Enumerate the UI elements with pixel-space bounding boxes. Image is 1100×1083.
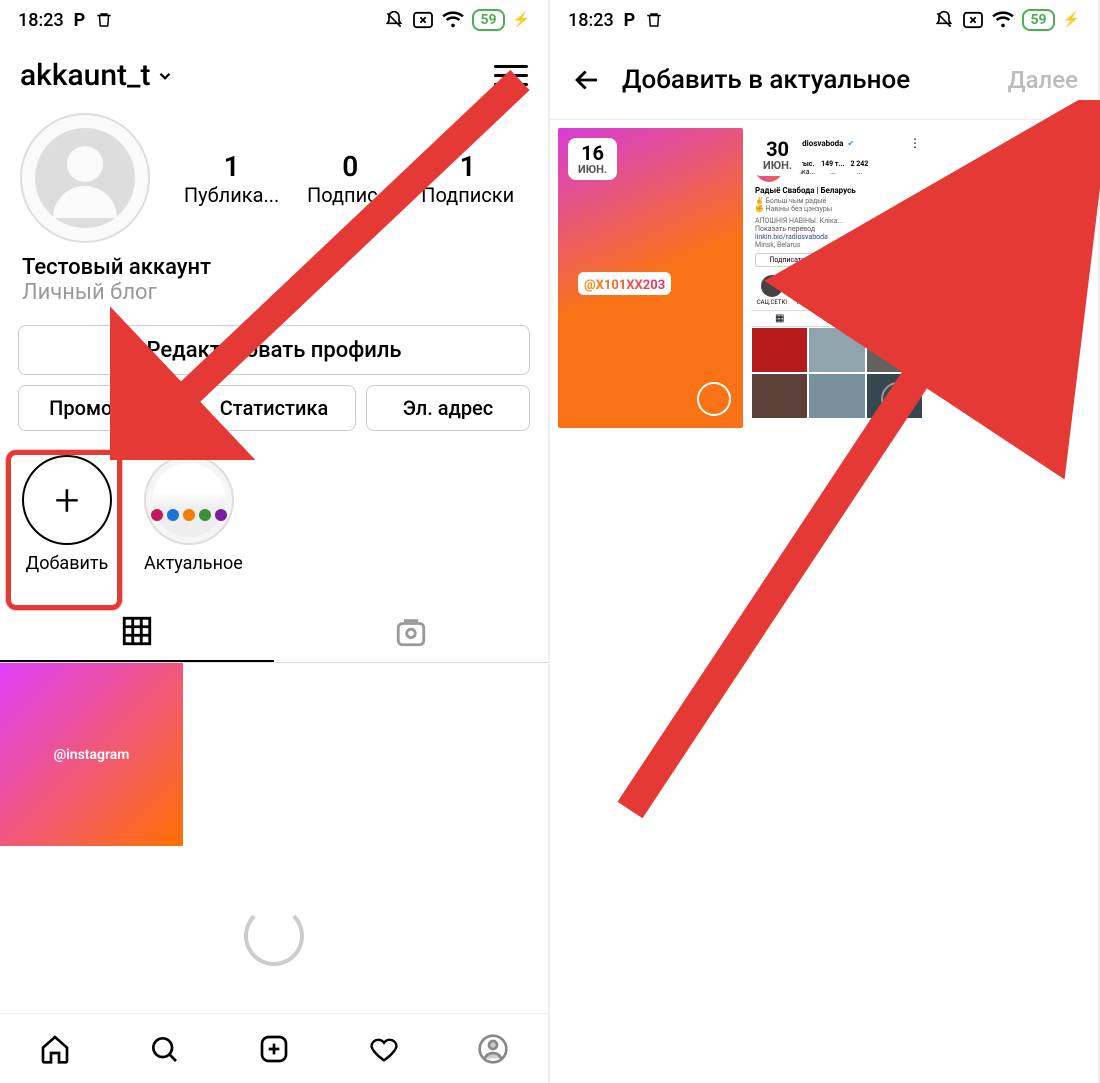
charge-icon: ⚡ — [1063, 12, 1080, 28]
nav-profile[interactable] — [474, 1030, 512, 1068]
battery-icon: 59 — [472, 9, 504, 31]
bio-name: Тестовый аккаунт — [22, 255, 526, 280]
menu-button[interactable] — [494, 65, 528, 86]
mini-tab-tag: ◩ — [866, 311, 923, 326]
more-icon: ⋮ — [909, 136, 921, 150]
status-bar: 18:23 P 59 ⚡ — [0, 0, 548, 40]
nav-activity[interactable] — [365, 1030, 403, 1068]
highlight-thumb — [144, 455, 234, 545]
mute-icon — [384, 10, 404, 30]
profile-screen: 18:23 P 59 ⚡ akkaunt_t — [0, 0, 550, 1083]
plus-icon: + — [22, 455, 112, 545]
promo-button[interactable]: Промоак... — [18, 385, 182, 431]
stat-following[interactable]: 1 Подписки — [421, 150, 514, 207]
bottom-nav — [0, 1013, 548, 1083]
profile-avatar[interactable] — [20, 113, 150, 243]
chevron-down-icon — [156, 67, 174, 85]
trash-icon — [645, 10, 663, 30]
highlight-actual[interactable]: Актуальное — [144, 455, 243, 574]
p-icon: P — [74, 10, 86, 31]
close-box-icon — [412, 11, 434, 29]
status-bar: 18:23 P 59 ⚡ — [550, 0, 1098, 40]
nav-create[interactable] — [255, 1030, 293, 1068]
nav-home[interactable] — [36, 1030, 74, 1068]
wifi-icon — [992, 11, 1014, 29]
story-date: 30 ИЮН. — [753, 134, 802, 176]
stat-followers[interactable]: 0 Подпис... — [307, 150, 393, 207]
story-date: 16 ИЮН. — [568, 138, 617, 180]
arrow-left-icon — [570, 63, 604, 97]
battery-icon: 59 — [1022, 9, 1054, 31]
feed-grid: @instagram — [0, 663, 548, 1026]
mini-tab-igtv: ▢ — [808, 311, 865, 326]
mute-icon — [934, 10, 954, 30]
mention-sticker: @X101XX203 — [578, 272, 671, 295]
add-highlight-screen: 18:23 P 59 ⚡ Добавить в актуальное Далее… — [550, 0, 1100, 1083]
story-item-1[interactable]: 16 ИЮН. @X101XX203 — [558, 128, 743, 428]
loading-spinner — [244, 906, 304, 966]
username-switcher[interactable]: akkaunt_t — [20, 58, 174, 93]
select-circle[interactable] — [881, 382, 915, 416]
mini-message-button: Написать — [830, 253, 902, 267]
post-thumb[interactable]: @instagram — [0, 663, 183, 846]
close-box-icon — [962, 11, 984, 29]
tab-tagged[interactable] — [274, 602, 548, 662]
back-button[interactable] — [570, 63, 604, 97]
screen-title: Добавить в актуальное — [622, 65, 990, 95]
charge-icon: ⚡ — [513, 12, 530, 28]
mini-name: Радыё Свабода | Беларусь — [751, 184, 923, 197]
status-time: 18:23 — [18, 10, 64, 31]
p-icon: P — [624, 10, 636, 31]
email-button[interactable]: Эл. адрес — [366, 385, 530, 431]
stat-posts[interactable]: 1 Публика... — [184, 150, 279, 207]
mini-more-button: ▾ — [905, 253, 919, 267]
edit-profile-button[interactable]: Редактировать профиль — [18, 325, 530, 375]
username: akkaunt_t — [20, 58, 150, 93]
highlight-add[interactable]: + Добавить — [22, 455, 112, 574]
grid-icon — [120, 614, 154, 648]
nav-search[interactable] — [145, 1030, 183, 1068]
stats-button[interactable]: Статистика — [192, 385, 356, 431]
trash-icon — [95, 10, 113, 30]
tab-grid[interactable] — [0, 602, 274, 662]
mini-tab-grid: ▦ — [751, 311, 808, 326]
wifi-icon — [442, 11, 464, 29]
tagged-icon — [394, 615, 428, 649]
mini-follow-button: Подписаться — [755, 253, 827, 267]
story-item-2[interactable]: 30 ИЮН. radiosvaboda ✔ ⋮ 11 тыс.убліка..… — [747, 128, 927, 428]
bio-category: Личный блог — [22, 280, 526, 305]
mini-handle: radiosvaboda — [795, 139, 843, 148]
verified-icon: ✔ — [847, 139, 854, 148]
next-button[interactable]: Далее — [1008, 66, 1078, 94]
status-time: 18:23 — [568, 10, 614, 31]
select-circle[interactable] — [697, 382, 731, 416]
